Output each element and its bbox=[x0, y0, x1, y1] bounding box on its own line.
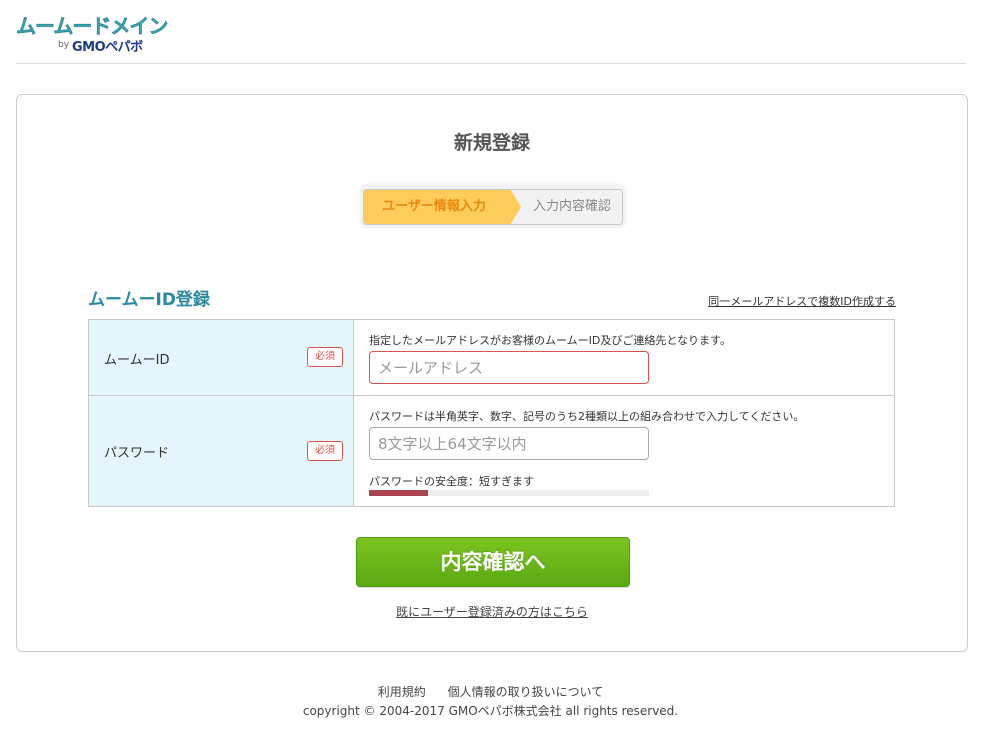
password-label: パスワード bbox=[104, 446, 170, 461]
terms-link[interactable]: 利用規約 bbox=[378, 685, 426, 699]
page-title: 新規登録 bbox=[453, 132, 530, 154]
password-hint: パスワードは半角英字、数字、記号のうち2種類以上の組み合わせで入力してください。 bbox=[369, 410, 805, 423]
registration-panel: 新規登録 ユーザー情報入力 入力内容確認 ムームーID登録 同一メールアドレスで… bbox=[16, 94, 968, 652]
footer-links: 利用規約 個人情報の取り扱いについて bbox=[0, 683, 981, 700]
password-input[interactable] bbox=[369, 427, 649, 460]
existing-user-login-link[interactable]: 既にユーザー登録済みの方はこちら bbox=[17, 603, 967, 620]
password-strength-fill bbox=[369, 490, 428, 496]
password-label-cell: パスワード 必須 bbox=[89, 396, 354, 506]
logo-company-text: GMOペパボ bbox=[72, 40, 143, 55]
id-field-cell: 指定したメールアドレスがお客様のムームーID及びご連絡先となります。 bbox=[354, 320, 894, 395]
registration-form: ムームーID 必須 指定したメールアドレスがお客様のムームーID及びご連絡先とな… bbox=[88, 319, 895, 507]
id-row: ムームーID 必須 指定したメールアドレスがお客様のムームーID及びご連絡先とな… bbox=[89, 320, 894, 396]
password-strength-text: パスワードの安全度：短すぎます bbox=[369, 475, 534, 488]
privacy-link[interactable]: 個人情報の取り扱いについて bbox=[448, 685, 604, 699]
password-row: パスワード 必須 パスワードは半角英字、数字、記号のうち2種類以上の組み合わせで… bbox=[89, 396, 894, 506]
step-user-info-active: ユーザー情報入力 bbox=[364, 189, 521, 225]
logo-main-text: ムームードメイン bbox=[16, 14, 169, 38]
email-input[interactable] bbox=[369, 351, 649, 384]
section-title: ムームーID登録 bbox=[88, 290, 210, 310]
required-badge: 必須 bbox=[307, 347, 343, 367]
step-confirm: 入力内容確認 bbox=[522, 190, 622, 224]
password-strength-meter bbox=[369, 490, 649, 496]
id-label: ムームーID bbox=[104, 353, 170, 368]
step-user-info-label: ユーザー情報入力 bbox=[382, 199, 486, 214]
id-hint: 指定したメールアドレスがお客様のムームーID及びご連絡先となります。 bbox=[369, 334, 731, 347]
step-confirm-label: 入力内容確認 bbox=[532, 199, 611, 214]
copyright-text: copyright © 2004-2017 GMOペパボ株式会社 all rig… bbox=[302, 704, 679, 718]
id-label-cell: ムームーID 必須 bbox=[89, 320, 354, 395]
required-badge: 必須 bbox=[307, 441, 343, 461]
progress-steps: ユーザー情報入力 入力内容確認 bbox=[361, 185, 625, 227]
multiple-id-link[interactable]: 同一メールアドレスで複数ID作成する bbox=[708, 293, 896, 309]
confirm-submit-button[interactable]: 内容確認へ bbox=[356, 537, 630, 587]
site-header: ムームードメイン by GMOペパボ bbox=[16, 8, 966, 64]
step-arrow-icon bbox=[510, 189, 521, 225]
muumuu-domain-logo[interactable]: ムームードメイン by GMOペパボ bbox=[16, 10, 176, 55]
password-field-cell: パスワードは半角英字、数字、記号のうち2種類以上の組み合わせで入力してください。… bbox=[354, 396, 894, 506]
logo-by-text: by bbox=[58, 40, 70, 50]
